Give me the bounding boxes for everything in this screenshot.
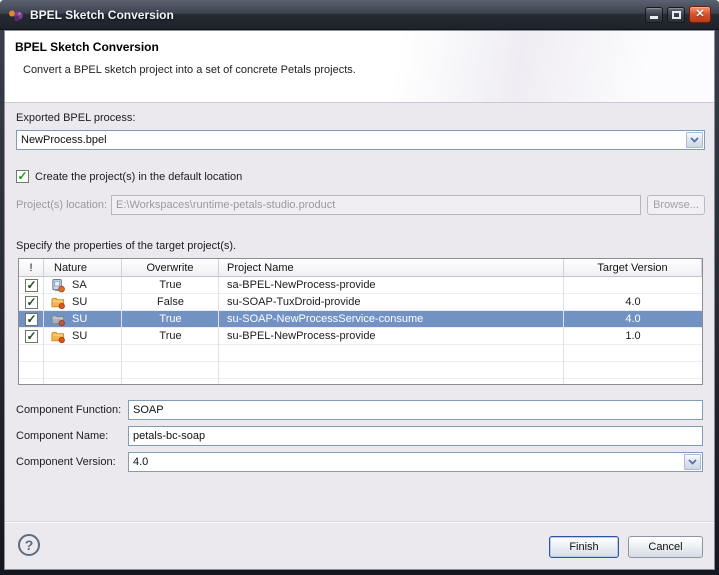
sa-icon [50, 278, 66, 293]
row-check-cell: ✓ [19, 294, 44, 310]
component-version-label: Component Version: [16, 456, 116, 468]
column-header-check[interactable]: ! [19, 259, 44, 276]
footer-separator [5, 521, 714, 522]
overwrite-cell: True [122, 311, 219, 327]
nature-cell: SU [44, 328, 122, 344]
default-location-label[interactable]: Create the project(s) in the default loc… [35, 171, 242, 183]
row-checkbox[interactable]: ✓ [25, 330, 38, 343]
target-version-cell [564, 277, 702, 293]
component-version-combo[interactable]: 4.0 [128, 452, 703, 472]
dropdown-arrow-icon[interactable] [686, 132, 703, 148]
minimize-button[interactable] [645, 7, 663, 23]
column-header-project-name[interactable]: Project Name [219, 259, 564, 276]
component-version-value: 4.0 [133, 456, 684, 468]
folder-icon [50, 329, 66, 344]
row-checkbox[interactable]: ✓ [25, 279, 38, 292]
row-checkbox[interactable]: ✓ [25, 296, 38, 309]
row-check-cell: ✓ [19, 328, 44, 344]
dialog-content: BPEL Sketch Conversion Convert a BPEL sk… [4, 30, 715, 570]
dialog-window: BPEL Sketch Conversion ✕ BPEL Sketch Con… [0, 0, 719, 575]
nature-label: SU [72, 296, 87, 308]
exported-bpel-combo[interactable]: NewProcess.bpel [16, 130, 705, 150]
overwrite-cell: True [122, 328, 219, 344]
help-button[interactable]: ? [18, 534, 40, 556]
exported-bpel-label: Exported BPEL process: [16, 112, 135, 124]
project-name-cell: sa-BPEL-NewProcess-provide [219, 277, 564, 293]
cancel-button[interactable]: Cancel [628, 536, 703, 558]
column-divider [121, 277, 122, 384]
column-divider [218, 277, 219, 384]
component-function-field[interactable] [128, 400, 703, 420]
folder-icon [50, 295, 66, 310]
finish-button[interactable]: Finish [549, 536, 619, 558]
exported-bpel-value: NewProcess.bpel [21, 134, 686, 146]
folder-icon [50, 312, 66, 327]
column-header-target-version[interactable]: Target Version [564, 259, 702, 276]
minimize-icon [650, 16, 658, 19]
maximize-button[interactable] [667, 7, 685, 23]
column-header-nature[interactable]: Nature [44, 259, 122, 276]
dropdown-arrow-icon[interactable] [684, 454, 701, 470]
wizard-description: Convert a BPEL sketch project into a set… [23, 64, 356, 76]
wizard-header: BPEL Sketch Conversion Convert a BPEL sk… [5, 31, 714, 103]
nature-cell: SA [44, 277, 122, 293]
titlebar[interactable]: BPEL Sketch Conversion ✕ [0, 0, 719, 30]
project-name-cell: su-SOAP-TuxDroid-provide [219, 294, 564, 310]
target-version-cell: 4.0 [564, 311, 702, 327]
browse-button: Browse... [647, 195, 705, 215]
component-name-label: Component Name: [16, 430, 108, 442]
component-function-label: Component Function: [16, 404, 121, 416]
close-button[interactable]: ✕ [689, 6, 711, 23]
project-location-field: E:\Workspaces\runtime-petals-studio.prod… [111, 195, 641, 215]
default-location-checkbox[interactable]: ✓ [16, 170, 29, 183]
nature-label: SU [72, 313, 87, 325]
project-name-cell: su-SOAP-NewProcessService-consume [219, 311, 564, 327]
project-location-value: E:\Workspaces\runtime-petals-studio.prod… [116, 199, 636, 211]
column-divider [43, 277, 44, 384]
window-title: BPEL Sketch Conversion [30, 8, 645, 22]
project-location-label: Project(s) location: [16, 199, 107, 211]
target-version-cell: 1.0 [564, 328, 702, 344]
row-check-cell: ✓ [19, 277, 44, 293]
app-icon [8, 7, 24, 23]
nature-label: SA [72, 279, 87, 291]
overwrite-cell: False [122, 294, 219, 310]
projects-table: ! Nature Overwrite Project Name Target V… [18, 258, 703, 385]
maximize-icon [672, 11, 681, 19]
component-name-field[interactable] [128, 426, 703, 446]
project-name-cell: su-BPEL-NewProcess-provide [219, 328, 564, 344]
nature-label: SU [72, 330, 87, 342]
specify-properties-label: Specify the properties of the target pro… [16, 240, 236, 252]
target-version-cell: 4.0 [564, 294, 702, 310]
column-divider [563, 277, 564, 384]
row-checkbox[interactable]: ✓ [25, 313, 38, 326]
row-check-cell: ✓ [19, 311, 44, 327]
column-header-overwrite[interactable]: Overwrite [122, 259, 219, 276]
overwrite-cell: True [122, 277, 219, 293]
wizard-title: BPEL Sketch Conversion [15, 40, 159, 54]
nature-cell: SU [44, 294, 122, 310]
nature-cell: SU [44, 311, 122, 327]
table-header: ! Nature Overwrite Project Name Target V… [19, 259, 702, 277]
